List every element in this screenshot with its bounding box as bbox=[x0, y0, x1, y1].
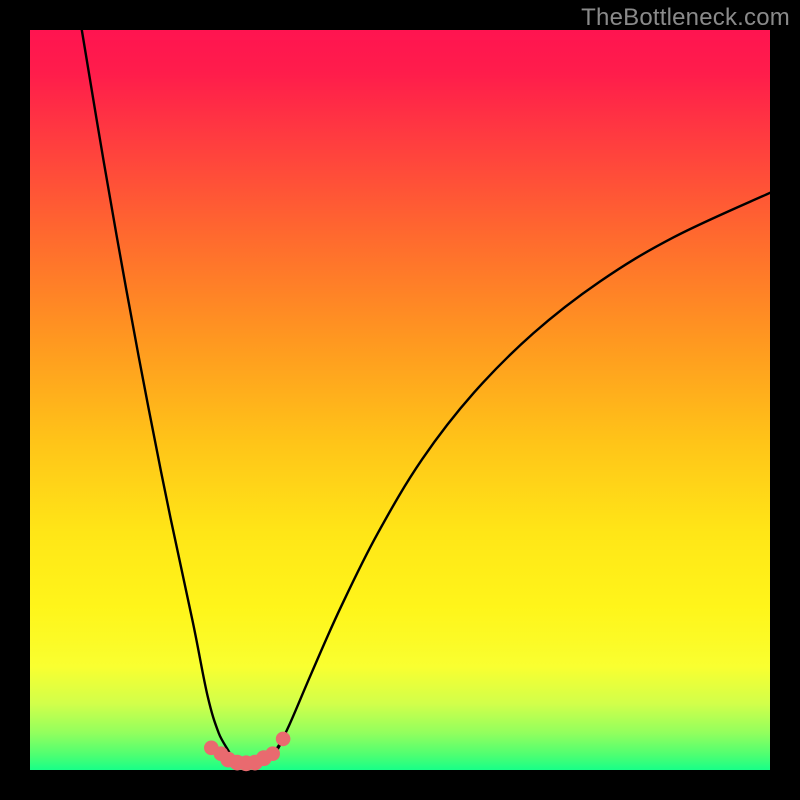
curve-svg bbox=[30, 30, 770, 770]
curve-markers bbox=[204, 732, 290, 772]
bottleneck-path bbox=[82, 30, 770, 763]
bottleneck-curve bbox=[82, 30, 770, 763]
watermark-text: TheBottleneck.com bbox=[581, 4, 790, 32]
curve-marker bbox=[276, 732, 291, 747]
plot-area bbox=[30, 30, 770, 770]
curve-marker bbox=[265, 746, 280, 761]
chart-frame: TheBottleneck.com bbox=[0, 0, 800, 800]
